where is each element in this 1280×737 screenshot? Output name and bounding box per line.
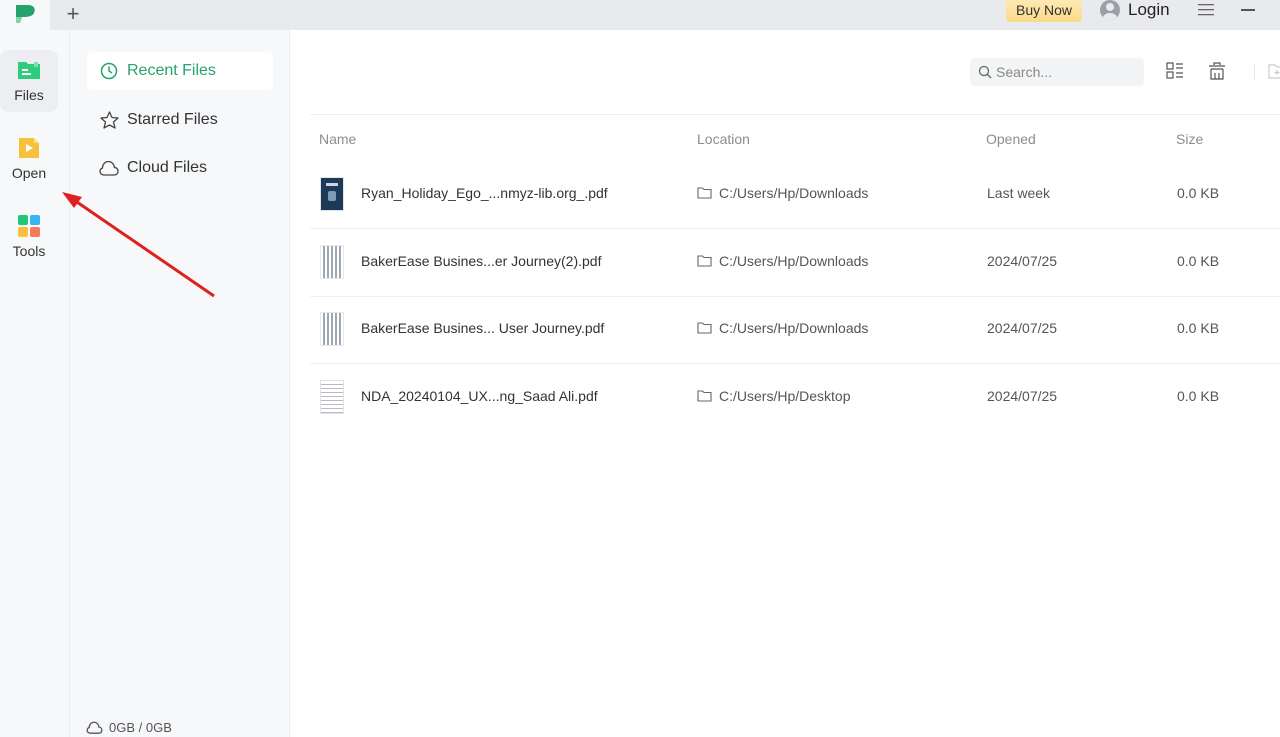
search-input[interactable] bbox=[996, 64, 1136, 80]
file-size: 0.0 KB bbox=[1177, 185, 1220, 201]
nav-label: Cloud Files bbox=[127, 159, 208, 176]
main-panel: Name Location Opened Size Ryan_Holiday_E… bbox=[290, 30, 1280, 737]
rail-item-open[interactable]: Open bbox=[0, 128, 58, 190]
cloud-icon bbox=[86, 721, 103, 734]
header-divider bbox=[310, 114, 1280, 115]
file-location: C:/Users/Hp/Downloads bbox=[697, 185, 868, 201]
file-location: C:/Users/Hp/Desktop bbox=[697, 388, 850, 404]
folder-icon bbox=[697, 255, 712, 267]
rail-label: Open bbox=[11, 165, 47, 181]
folder-icon bbox=[697, 390, 712, 402]
cloud-icon bbox=[99, 158, 119, 178]
search-icon bbox=[978, 65, 992, 79]
file-location: C:/Users/Hp/Downloads bbox=[697, 320, 868, 336]
toolbar-divider bbox=[1254, 64, 1255, 80]
file-name: Ryan_Holiday_Ego_...nmyz-lib.org_.pdf bbox=[361, 185, 608, 201]
pdf-thumbnail-icon bbox=[320, 380, 344, 414]
file-size: 0.0 KB bbox=[1177, 388, 1220, 404]
file-row[interactable]: BakerEase Busines...er Journey(2).pdf C:… bbox=[310, 230, 1280, 297]
location-text: C:/Users/Hp/Downloads bbox=[719, 253, 869, 269]
trash-icon bbox=[1209, 62, 1225, 80]
column-header-location[interactable]: Location bbox=[697, 131, 750, 147]
user-avatar-icon bbox=[1100, 0, 1120, 20]
new-folder-button[interactable] bbox=[1268, 62, 1280, 84]
cloud-storage-usage: 0GB / 0GB bbox=[86, 720, 172, 735]
location-text: C:/Users/Hp/Desktop bbox=[719, 388, 851, 404]
title-bar: + Buy Now Login bbox=[0, 0, 1280, 30]
folder-icon bbox=[18, 62, 40, 79]
nav-recent-files[interactable]: Recent Files bbox=[87, 52, 273, 90]
location-text: C:/Users/Hp/Downloads bbox=[719, 185, 869, 201]
file-opened: Last week bbox=[987, 185, 1051, 201]
search-box[interactable] bbox=[970, 58, 1144, 86]
nav-starred-files[interactable]: Starred Files bbox=[87, 101, 273, 139]
file-row[interactable]: Ryan_Holiday_Ego_...nmyz-lib.org_.pdf C:… bbox=[310, 162, 1280, 229]
file-location: C:/Users/Hp/Downloads bbox=[697, 253, 868, 269]
rail-item-files[interactable]: Files bbox=[0, 50, 58, 112]
pdf-thumbnail-icon bbox=[320, 312, 344, 346]
clock-icon bbox=[99, 61, 119, 81]
storage-text: 0GB / 0GB bbox=[109, 720, 172, 735]
rail-label: Tools bbox=[12, 243, 46, 259]
login-label: Login bbox=[1128, 0, 1170, 19]
pdf-thumbnail-icon bbox=[320, 245, 344, 279]
file-sidebar: Recent Files Starred Files Cloud Files 0… bbox=[70, 30, 290, 737]
pdf-thumbnail-icon bbox=[320, 177, 344, 211]
login-button[interactable]: Login bbox=[1100, 0, 1170, 20]
rail-label: Files bbox=[14, 87, 44, 103]
minimize-button[interactable] bbox=[1238, 0, 1258, 20]
column-header-size[interactable]: Size bbox=[1176, 131, 1203, 147]
star-icon bbox=[99, 110, 119, 130]
menu-button[interactable] bbox=[1196, 0, 1216, 20]
app-logo-icon bbox=[16, 5, 35, 23]
left-rail: Files Open Tools bbox=[0, 30, 70, 737]
column-header-opened[interactable]: Opened bbox=[986, 131, 1036, 147]
list-view-icon bbox=[1166, 62, 1183, 79]
location-text: C:/Users/Hp/Downloads bbox=[719, 320, 869, 336]
file-name: BakerEase Busines... User Journey.pdf bbox=[361, 320, 605, 336]
buy-now-button[interactable]: Buy Now bbox=[1006, 0, 1082, 22]
file-name: NDA_20240104_UX...ng_Saad Ali.pdf bbox=[361, 388, 598, 404]
file-row[interactable]: BakerEase Busines... User Journey.pdf C:… bbox=[310, 297, 1280, 364]
folder-icon bbox=[697, 187, 712, 199]
trash-button[interactable] bbox=[1208, 62, 1230, 84]
nav-label: Starred Files bbox=[127, 111, 218, 128]
file-opened: 2024/07/25 bbox=[987, 320, 1058, 336]
folder-icon bbox=[697, 322, 712, 334]
new-folder-icon bbox=[1268, 64, 1280, 79]
view-toggle-button[interactable] bbox=[1166, 62, 1188, 84]
column-header-name[interactable]: Name bbox=[319, 131, 356, 147]
hamburger-icon bbox=[1198, 4, 1214, 16]
file-size: 0.0 KB bbox=[1177, 320, 1220, 336]
file-opened: 2024/07/25 bbox=[987, 388, 1058, 404]
tools-grid-icon bbox=[18, 215, 40, 237]
file-opened: 2024/07/25 bbox=[987, 253, 1058, 269]
nav-cloud-files[interactable]: Cloud Files bbox=[87, 149, 273, 187]
home-tab[interactable] bbox=[0, 0, 50, 30]
file-name: BakerEase Busines...er Journey(2).pdf bbox=[361, 253, 602, 269]
open-file-icon bbox=[19, 138, 39, 158]
file-size: 0.0 KB bbox=[1177, 253, 1220, 269]
new-tab-button[interactable]: + bbox=[60, 2, 86, 28]
file-row[interactable]: NDA_20240104_UX...ng_Saad Ali.pdf C:/Use… bbox=[310, 365, 1280, 432]
rail-item-tools[interactable]: Tools bbox=[0, 206, 58, 268]
nav-label: Recent Files bbox=[127, 62, 216, 79]
